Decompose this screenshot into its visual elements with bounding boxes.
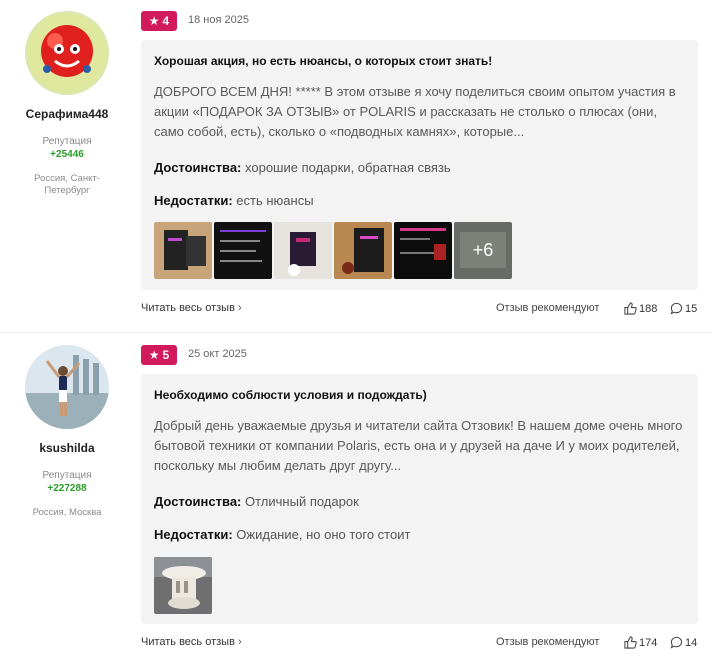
- comment-count: 15: [685, 302, 698, 315]
- rating-badge: ★ 5: [141, 345, 177, 365]
- like-button[interactable]: 174: [624, 636, 657, 649]
- chevron-right-icon: ›: [237, 302, 242, 314]
- review-date: 25 окт 2025: [188, 348, 247, 360]
- avatar[interactable]: [25, 345, 109, 429]
- cons-label: Недостатки:: [154, 193, 233, 208]
- photo-thumbnail[interactable]: [334, 222, 392, 279]
- photo-thumbnail[interactable]: [214, 222, 272, 279]
- pros-text: хорошие подарки, обратная связь: [245, 160, 451, 175]
- comment-count: 14: [685, 636, 698, 649]
- photo-thumbnail[interactable]: [274, 222, 332, 279]
- like-button[interactable]: 188: [624, 302, 657, 315]
- thumbs-up-icon: [624, 302, 637, 315]
- read-full-review-label: Читать весь отзыв: [141, 636, 235, 648]
- recommend-label: Отзыв рекомендуют: [496, 302, 600, 314]
- thumbs-up-icon: [624, 636, 637, 649]
- username[interactable]: ksushilda: [0, 441, 134, 455]
- review-content: Хорошая акция, но есть нюансы, о которых…: [141, 40, 698, 290]
- reputation-label: Репутация: [42, 136, 92, 147]
- avatar[interactable]: [25, 11, 109, 95]
- more-photos-button[interactable]: +6: [454, 222, 512, 279]
- comment-icon: [670, 636, 683, 649]
- review-text: ДОБРОГО ВСЕМ ДНЯ! ***** В этом отзыве я …: [154, 84, 676, 139]
- rating-value: 4: [162, 14, 170, 28]
- photo-thumbnail[interactable]: [154, 222, 212, 279]
- pros-text: Отличный подарок: [245, 494, 359, 509]
- photo-thumbnail[interactable]: [154, 557, 212, 614]
- comments-button[interactable]: 15: [670, 302, 697, 315]
- comments-button[interactable]: 14: [670, 636, 697, 649]
- read-full-review-label: Читать весь отзыв: [141, 302, 235, 314]
- star-icon: ★: [148, 14, 160, 28]
- review-footer: Читать весь отзыв › Отзыв рекомендуют 188…: [141, 302, 698, 318]
- pros-label: Достоинства:: [154, 494, 242, 509]
- reputation-label: Репутация: [42, 470, 92, 481]
- review-card: Серафима448 Репутация +25446 Россия, Сан…: [0, 0, 712, 332]
- rating-value: 5: [162, 348, 170, 362]
- cons-text: Ожидание, но оно того стоит: [236, 527, 411, 542]
- photo-gallery: [154, 557, 212, 614]
- reputation-value: +25446: [50, 149, 84, 160]
- review-card: ksushilda Репутация +227288 Россия, Моск…: [0, 333, 712, 664]
- user-location: Россия, Санкт-Петербург: [34, 173, 100, 196]
- username[interactable]: Серафима448: [0, 107, 134, 121]
- review-footer: Читать весь отзыв › Отзыв рекомендуют 174…: [141, 636, 698, 652]
- comment-icon: [670, 302, 683, 315]
- cons-label: Недостатки:: [154, 527, 233, 542]
- read-full-review-link[interactable]: Читать весь отзыв ›: [141, 302, 242, 314]
- review-content: Необходимо соблюсти условия и подождать)…: [141, 374, 698, 624]
- rating-badge: ★ 4: [141, 11, 177, 31]
- review-title[interactable]: Хорошая акция, но есть нюансы, о которых…: [154, 54, 492, 68]
- pros: Достоинства: Отличный подарок: [154, 494, 359, 509]
- user-location: Россия, Москва: [32, 507, 102, 518]
- star-icon: ★: [148, 348, 160, 362]
- cons: Недостатки: есть нюансы: [154, 193, 314, 208]
- reputation-value: +227288: [47, 483, 87, 494]
- recommend-label: Отзыв рекомендуют: [496, 636, 600, 648]
- review-text: Добрый день уважаемые друзья и читатели …: [154, 418, 683, 473]
- pros-label: Достоинства:: [154, 160, 242, 175]
- like-count: 188: [639, 302, 658, 315]
- read-full-review-link[interactable]: Читать весь отзыв ›: [141, 636, 242, 648]
- review-date: 18 ноя 2025: [188, 14, 249, 26]
- more-photos-count: +6: [454, 222, 512, 279]
- cons: Недостатки: Ожидание, но оно того стоит: [154, 527, 410, 542]
- review-title[interactable]: Необходимо соблюсти условия и подождать): [154, 388, 427, 402]
- pros: Достоинства: хорошие подарки, обратная с…: [154, 160, 451, 175]
- cons-text: есть нюансы: [236, 193, 314, 208]
- chevron-right-icon: ›: [237, 636, 242, 648]
- like-count: 174: [639, 636, 658, 649]
- photo-thumbnail[interactable]: [394, 222, 452, 279]
- photo-gallery: +6: [154, 222, 512, 279]
